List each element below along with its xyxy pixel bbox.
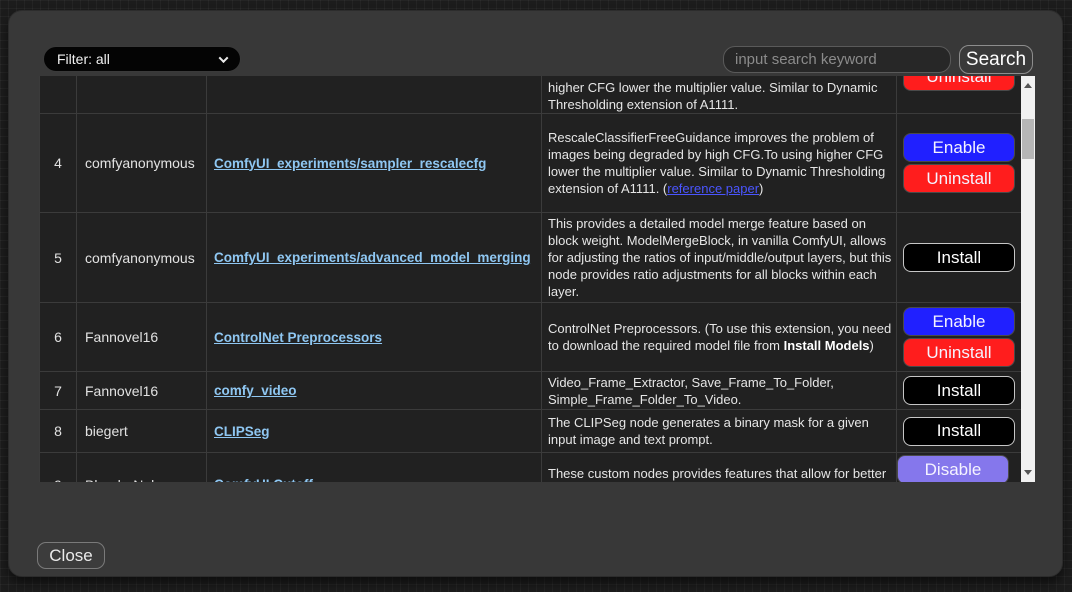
table-row: 7 Fannovel16 comfy_video Video_Frame_Ext… <box>40 372 1021 410</box>
close-button[interactable]: Close <box>37 542 105 569</box>
extension-link[interactable]: ComfyUI_experiments/sampler_rescalecfg <box>214 156 486 171</box>
table-row: 9 BlenderNeko ComfyUI Cutoff These custo… <box>40 453 1021 482</box>
scrollbar-thumb[interactable] <box>1022 119 1034 159</box>
table-row: 8 biegert CLIPSeg The CLIPSeg node gener… <box>40 410 1021 453</box>
cell-id: 8 <box>40 410 77 453</box>
cell-name: ComfyUI Cutoff <box>207 453 542 482</box>
canvas-background: { "toolbar": { "filter_label": "Filter: … <box>0 0 1072 592</box>
disable-button[interactable]: Disable <box>897 455 1009 482</box>
table-row: higher CFG lower the multiplier value. S… <box>40 76 1021 114</box>
cell-name <box>207 76 542 114</box>
uninstall-button[interactable]: Uninstall <box>903 338 1015 367</box>
table-row: 4 comfyanonymous ComfyUI_experiments/sam… <box>40 114 1021 213</box>
cell-description: This provides a detailed model merge fea… <box>542 213 897 303</box>
cell-name: ComfyUI_experiments/advanced_model_mergi… <box>207 213 542 303</box>
cell-id: 6 <box>40 303 77 372</box>
scroll-up-icon[interactable] <box>1021 78 1035 93</box>
cell-author: biegert <box>77 410 207 453</box>
table-row: 5 comfyanonymous ComfyUI_experiments/adv… <box>40 213 1021 303</box>
filter-select[interactable]: Filter: all <box>43 46 241 72</box>
install-button[interactable]: Install <box>903 417 1015 446</box>
cell-actions: Enable Uninstall <box>897 114 1021 213</box>
cell-name: CLIPSeg <box>207 410 542 453</box>
table-row: 6 Fannovel16 ControlNet Preprocessors Co… <box>40 303 1021 372</box>
cell-name: ControlNet Preprocessors <box>207 303 542 372</box>
extension-link[interactable]: ComfyUI_experiments/advanced_model_mergi… <box>214 250 531 265</box>
cell-actions: Disable <box>897 453 1021 482</box>
cell-description: The CLIPSeg node generates a binary mask… <box>542 410 897 453</box>
cell-id <box>40 76 77 114</box>
enable-button[interactable]: Enable <box>903 307 1015 336</box>
extension-link[interactable]: ComfyUI Cutoff <box>214 477 313 482</box>
cell-description: higher CFG lower the multiplier value. S… <box>542 76 897 114</box>
extensions-table-body: higher CFG lower the multiplier value. S… <box>39 76 1021 482</box>
cell-description: Video_Frame_Extractor, Save_Frame_To_Fol… <box>542 372 897 410</box>
reference-paper-link[interactable]: reference paper <box>667 181 759 196</box>
search-input[interactable] <box>723 46 951 73</box>
enable-button[interactable]: Enable <box>903 133 1015 162</box>
extension-link[interactable]: CLIPSeg <box>214 424 270 439</box>
uninstall-button[interactable]: Uninstall <box>903 164 1015 193</box>
table-scrollbar[interactable] <box>1021 76 1035 482</box>
cell-author: Fannovel16 <box>77 303 207 372</box>
cell-name: ComfyUI_experiments/sampler_rescalecfg <box>207 114 542 213</box>
uninstall-button[interactable]: Uninstall <box>903 76 1015 91</box>
cell-name: comfy_video <box>207 372 542 410</box>
cell-author: comfyanonymous <box>77 114 207 213</box>
cell-author <box>77 76 207 114</box>
cell-actions: Install <box>897 213 1021 303</box>
scroll-down-icon[interactable] <box>1021 465 1035 480</box>
cell-id: 5 <box>40 213 77 303</box>
custom-nodes-dialog: Filter: all Search higher CFG lower the … <box>8 10 1063 577</box>
chevron-down-icon <box>219 53 229 63</box>
extension-link[interactable]: comfy_video <box>214 383 297 398</box>
cell-actions: Enable Uninstall <box>897 303 1021 372</box>
cell-author: BlenderNeko <box>77 453 207 482</box>
install-button[interactable]: Install <box>903 243 1015 272</box>
extensions-table: higher CFG lower the multiplier value. S… <box>39 76 1035 482</box>
cell-description: These custom nodes provides features tha… <box>542 453 897 482</box>
cell-author: Fannovel16 <box>77 372 207 410</box>
cell-actions: Install <box>897 410 1021 453</box>
cell-description: ControlNet Preprocessors. (To use this e… <box>542 303 897 372</box>
cell-author: comfyanonymous <box>77 213 207 303</box>
cell-id: 7 <box>40 372 77 410</box>
extension-link[interactable]: ControlNet Preprocessors <box>214 330 382 345</box>
cell-actions: Uninstall <box>897 76 1021 114</box>
cell-actions: Install <box>897 372 1021 410</box>
cell-id: 4 <box>40 114 77 213</box>
install-models-emphasis: Install Models <box>784 338 870 353</box>
filter-select-label: Filter: all <box>57 51 110 67</box>
install-button[interactable]: Install <box>903 376 1015 405</box>
cell-id: 9 <box>40 453 77 482</box>
cell-description: RescaleClassifierFreeGuidance improves t… <box>542 114 897 213</box>
search-button[interactable]: Search <box>959 45 1033 74</box>
